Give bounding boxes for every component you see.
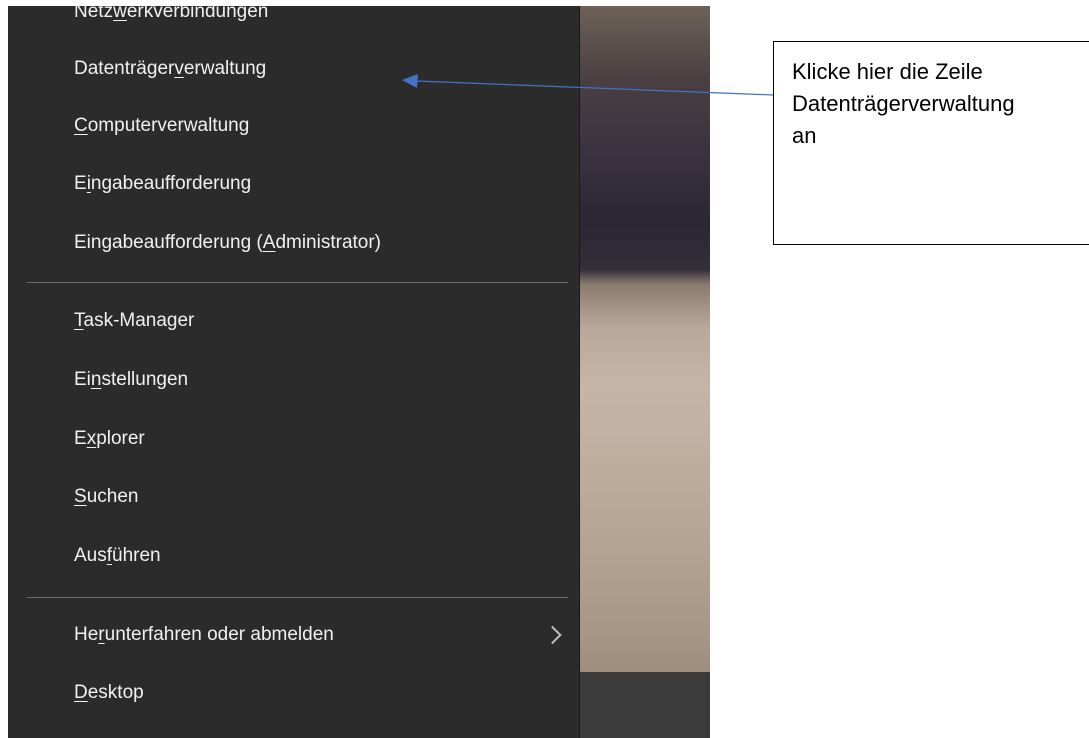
arrow-line xyxy=(415,80,774,96)
screenshot-page: Netzwerkverbindungen Datenträgerverwaltu… xyxy=(0,0,1089,738)
arrow-head xyxy=(402,74,418,88)
annotation-callout-box: Klicke hier die Zeile Datenträgerverwalt… xyxy=(773,41,1089,245)
